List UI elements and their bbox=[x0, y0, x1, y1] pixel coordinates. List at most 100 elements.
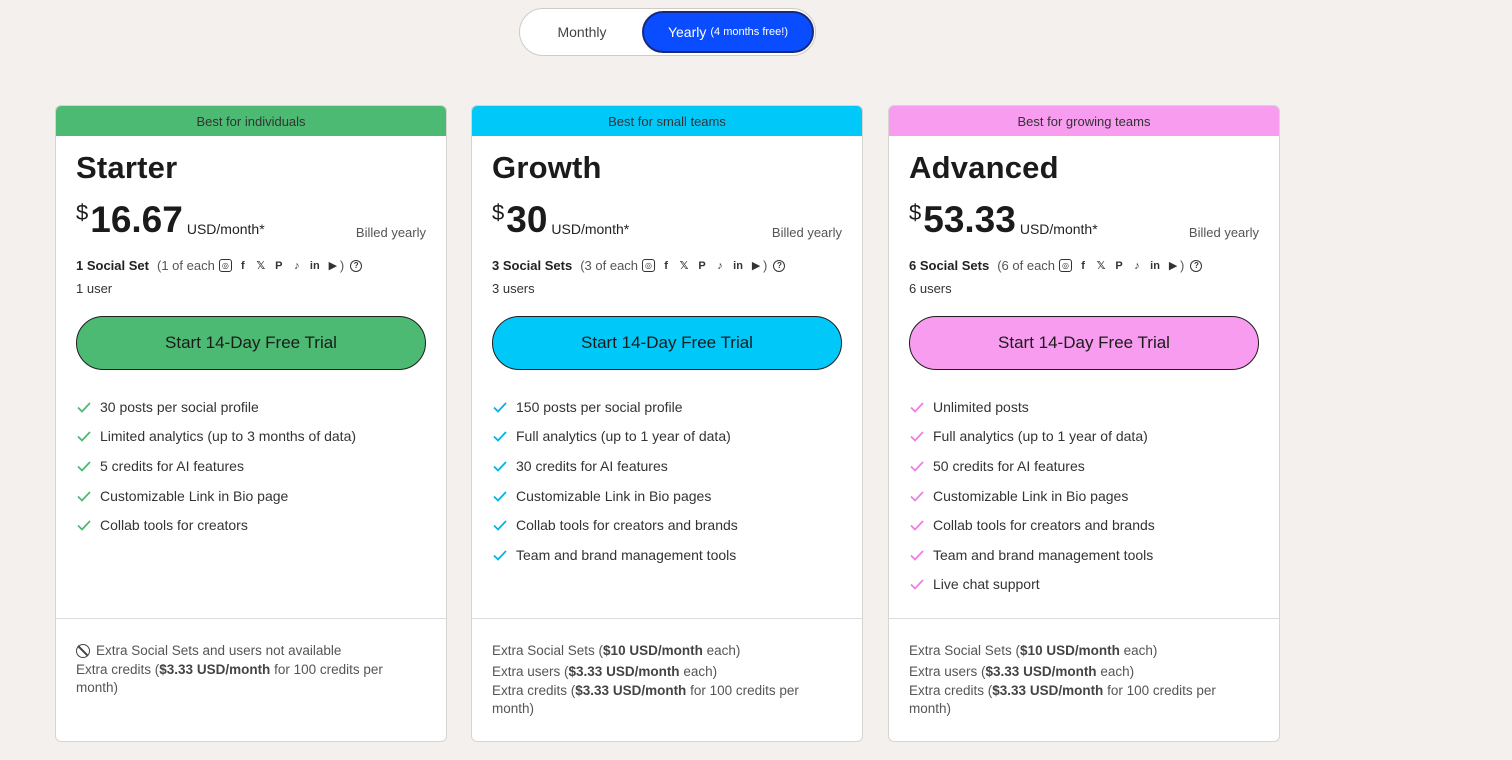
plan-banner: Best for growing teams bbox=[889, 106, 1279, 136]
close-paren: ) bbox=[339, 258, 345, 273]
social-sets-each: (6 of each bbox=[997, 258, 1056, 273]
plan-name: Starter bbox=[76, 150, 178, 185]
users-count: 6 users bbox=[909, 281, 952, 296]
feature-item: Live chat support bbox=[909, 570, 1259, 600]
feature-text: Collab tools for creators and brands bbox=[516, 517, 738, 534]
extra-users: Extra users ($3.33 USD/month each) bbox=[492, 661, 842, 682]
extra-credits-prefix: Extra credits ( bbox=[492, 683, 576, 698]
start-trial-button[interactable]: Start 14-Day Free Trial bbox=[492, 316, 842, 370]
feature-text: Full analytics (up to 1 year of data) bbox=[933, 428, 1148, 445]
feature-text: Customizable Link in Bio page bbox=[100, 487, 289, 504]
social-sets-each: (3 of each bbox=[580, 258, 639, 273]
start-trial-button[interactable]: Start 14-Day Free Trial bbox=[909, 316, 1259, 370]
plan-banner: Best for individuals bbox=[56, 106, 446, 136]
check-icon bbox=[910, 579, 924, 591]
facebook-icon: f bbox=[1081, 259, 1085, 272]
extra-sets-prefix: Extra Social Sets ( bbox=[492, 643, 604, 658]
check-icon bbox=[493, 461, 507, 472]
feature-item: 30 posts per social profile bbox=[76, 392, 426, 422]
start-trial-button[interactable]: Start 14-Day Free Trial bbox=[76, 316, 426, 370]
instagram-icon: ◎ bbox=[1059, 259, 1073, 272]
feature-item: Customizable Link in Bio pages bbox=[492, 481, 842, 511]
youtube-icon: ▶ bbox=[1168, 259, 1178, 272]
check-icon bbox=[910, 402, 924, 413]
monthly-option[interactable]: Monthly bbox=[522, 11, 642, 53]
users-count: 1 user bbox=[76, 281, 113, 296]
feature-text: Team and brand management tools bbox=[516, 546, 737, 563]
extra-users-suffix: each) bbox=[1096, 664, 1135, 679]
pinterest-icon: P bbox=[1115, 259, 1123, 272]
extra-credits-price: $3.33 USD/month bbox=[575, 683, 687, 698]
facebook-icon: f bbox=[240, 259, 245, 272]
extra-sets-suffix: each) bbox=[1119, 643, 1158, 658]
tiktok-icon: ♪ bbox=[1134, 259, 1140, 272]
extra-users: Extra users ($3.33 USD/month each) bbox=[909, 661, 1259, 682]
feature-text: 50 credits for AI features bbox=[933, 457, 1085, 474]
feature-item: Full analytics (up to 1 year of data) bbox=[909, 422, 1259, 452]
extra-credits: Extra credits ($3.33 USD/month for 100 c… bbox=[909, 682, 1259, 718]
price-amount: 30 bbox=[506, 199, 548, 240]
check-icon bbox=[77, 461, 91, 472]
yearly-option[interactable]: Yearly (4 months free!) bbox=[642, 11, 814, 53]
feature-item: 150 posts per social profile bbox=[492, 392, 842, 422]
extra-sets-prefix: Extra Social Sets ( bbox=[909, 643, 1021, 658]
yearly-label: Yearly bbox=[667, 24, 707, 40]
feature-text: 5 credits for AI features bbox=[100, 457, 244, 474]
feature-item: Full analytics (up to 1 year of data) bbox=[492, 422, 842, 452]
price-period: USD/month* bbox=[186, 221, 265, 237]
check-icon bbox=[910, 490, 924, 502]
feature-item: Limited analytics (up to 3 months of dat… bbox=[76, 422, 426, 452]
feature-item: Customizable Link in Bio page bbox=[76, 481, 426, 511]
check-icon bbox=[910, 431, 924, 443]
check-icon bbox=[77, 402, 91, 413]
check-icon bbox=[493, 550, 507, 561]
price-row: $ 30 USD/month* Billed yearly bbox=[492, 199, 842, 241]
extra-users-price: $3.33 USD/month bbox=[985, 664, 1097, 679]
feature-text: 30 posts per social profile bbox=[100, 398, 259, 415]
close-paren: ) bbox=[1180, 258, 1185, 273]
feature-item: Team and brand management tools bbox=[492, 540, 842, 570]
feature-item: 5 credits for AI features bbox=[76, 451, 426, 481]
feature-text: Full analytics (up to 1 year of data) bbox=[516, 428, 731, 445]
extra-credits-price: $3.33 USD/month bbox=[159, 662, 271, 677]
social-sets-count: 1 Social Set bbox=[76, 258, 149, 273]
check-icon bbox=[910, 461, 924, 472]
check-icon bbox=[77, 520, 91, 531]
feature-text: 30 credits for AI features bbox=[516, 457, 668, 474]
feature-list: 150 posts per social profile Full analyt… bbox=[492, 392, 842, 570]
x-icon: 𝕏 bbox=[1096, 259, 1106, 272]
feature-text: Collab tools for creators and brands bbox=[933, 517, 1155, 534]
yearly-note: (4 months free!) bbox=[710, 26, 789, 38]
linkedin-icon: in bbox=[309, 259, 320, 272]
extra-users-prefix: Extra users ( bbox=[492, 664, 569, 679]
help-icon[interactable]: ? bbox=[1190, 259, 1203, 272]
feature-text: Collab tools for creators bbox=[100, 517, 248, 534]
tiktok-icon: ♪ bbox=[717, 259, 723, 272]
social-sets-each: (1 of each bbox=[156, 258, 215, 273]
x-icon: 𝕏 bbox=[679, 259, 689, 272]
extra-credits: Extra credits ($3.33 USD/month for 100 c… bbox=[76, 661, 426, 697]
users-count: 3 users bbox=[492, 281, 535, 296]
feature-text: Team and brand management tools bbox=[933, 546, 1154, 563]
extras-unavailable: Extra Social Sets and users not availabl… bbox=[76, 640, 426, 661]
feature-item: Unlimited posts bbox=[909, 392, 1259, 422]
currency-symbol: $ bbox=[492, 200, 505, 225]
help-icon[interactable]: ? bbox=[773, 259, 786, 272]
instagram-icon: ◎ bbox=[642, 259, 656, 272]
feature-item: Collab tools for creators and brands bbox=[909, 510, 1259, 540]
check-icon bbox=[910, 550, 924, 561]
extra-users-prefix: Extra users ( bbox=[909, 664, 986, 679]
extras-unavailable-text: Extra Social Sets and users not availabl… bbox=[96, 643, 342, 658]
check-icon bbox=[493, 402, 507, 413]
check-icon bbox=[493, 520, 507, 531]
check-icon bbox=[493, 431, 507, 443]
currency-symbol: $ bbox=[76, 200, 89, 225]
plan-banner: Best for small teams bbox=[472, 106, 862, 136]
help-icon[interactable]: ? bbox=[350, 259, 363, 272]
check-icon bbox=[77, 431, 91, 443]
plan-extras: Extra Social Sets ($10 USD/month each) E… bbox=[889, 618, 1279, 741]
extra-users-suffix: each) bbox=[679, 664, 718, 679]
plan-extras: Extra Social Sets and users not availabl… bbox=[56, 618, 446, 741]
check-icon bbox=[77, 490, 91, 502]
social-sets-count: 3 Social Sets bbox=[492, 258, 573, 273]
